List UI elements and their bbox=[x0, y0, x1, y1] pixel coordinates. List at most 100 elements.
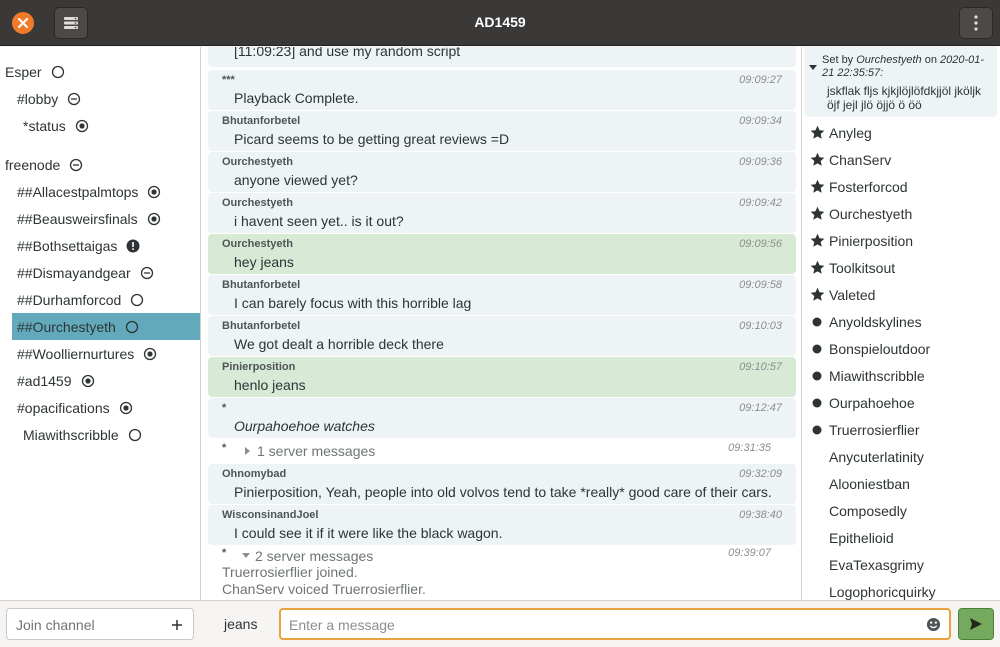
sidebar-item-freenode[interactable]: freenode bbox=[5, 151, 83, 178]
user-name: Anyoldskylines bbox=[829, 313, 922, 330]
user-name: Valeted bbox=[829, 286, 876, 303]
message-nick[interactable]: Ourchestyeth bbox=[222, 238, 293, 250]
user-name: Toolkitsout bbox=[829, 259, 896, 276]
close-button[interactable] bbox=[12, 12, 34, 34]
title-bar: AD1459 bbox=[0, 0, 1000, 46]
message-list[interactable]: [11:09:23] and use my random script *** … bbox=[201, 47, 801, 600]
server-messages-group[interactable]: * 1 server messages 09:31:35 bbox=[208, 442, 796, 462]
message-text: We got dealt a horrible deck there bbox=[234, 336, 444, 352]
channel-topic: Set by Ourchestyeth on 2020-01-21 22:35:… bbox=[804, 47, 997, 117]
sidebar-item-label: #lobby bbox=[17, 90, 59, 107]
message-item: Ourchestyeth 09:09:36 anyone viewed yet? bbox=[208, 152, 796, 192]
message-item: Bhutanforbetel 09:09:34 Picard seems to … bbox=[208, 111, 796, 151]
message-text: Ourpahoehoe watches bbox=[234, 418, 375, 434]
server-messages-group[interactable]: * 2 server messages 09:39:07 Truerrosier… bbox=[208, 547, 796, 600]
server-messages-toggle[interactable]: 2 server messages bbox=[241, 548, 373, 564]
message-item: Bhutanforbetel 09:09:58 I can barely foc… bbox=[208, 275, 796, 315]
message-item: *** 09:09:27 Playback Complete. bbox=[208, 70, 796, 110]
sidebar-item-opacifications[interactable]: #opacifications bbox=[17, 394, 133, 421]
message-item-highlighted: Ourchestyeth 09:09:56 hey jeans bbox=[208, 234, 796, 274]
sidebar-item-label: Esper bbox=[5, 63, 42, 80]
message-nick[interactable]: Ourchestyeth bbox=[222, 156, 293, 168]
message-nick: * bbox=[222, 547, 227, 559]
sidebar-item-beausweirsfinals[interactable]: ##Beausweirsfinals bbox=[17, 205, 161, 232]
sidebar-item-esper[interactable]: Esper bbox=[5, 58, 65, 85]
sidebar-item-dismayandgear[interactable]: ##Dismayandgear bbox=[17, 259, 154, 286]
message-item-action: * 09:12:47 Ourpahoehoe watches bbox=[208, 398, 796, 438]
sidebar-item-label: freenode bbox=[5, 156, 61, 173]
message-input[interactable]: Enter a message bbox=[279, 608, 951, 640]
status-circle-icon bbox=[130, 293, 144, 307]
sidebar-item-allacestpalmtops[interactable]: ##Allacestpalmtops bbox=[17, 178, 161, 205]
sidebar-item-label: ##Dismayandgear bbox=[17, 264, 131, 281]
message-text: hey jeans bbox=[234, 254, 294, 270]
send-icon bbox=[970, 618, 982, 630]
sidebar-item-status[interactable]: *status bbox=[23, 112, 89, 139]
message-nick: * bbox=[222, 442, 227, 454]
message-text: I could see it if it were like the black… bbox=[234, 525, 503, 541]
message-text: henlo jeans bbox=[234, 377, 306, 393]
emoji-icon[interactable] bbox=[926, 617, 941, 632]
chevron-right-icon bbox=[245, 447, 250, 455]
plus-icon[interactable] bbox=[171, 619, 183, 631]
sidebar-item-label: ##Ourchestyeth bbox=[17, 318, 116, 335]
message-nick[interactable]: Bhutanforbetel bbox=[222, 115, 300, 127]
star-icon bbox=[809, 125, 825, 141]
status-dot-icon bbox=[75, 119, 89, 133]
message-nick[interactable]: Bhutanforbetel bbox=[222, 279, 300, 291]
message-nick: * bbox=[222, 402, 227, 414]
sidebar-item-bothsettaigas[interactable]: ##Bothsettaigas bbox=[17, 232, 140, 259]
user-name: Bonspieloutdoor bbox=[829, 340, 931, 357]
message-time: 09:10:57 bbox=[739, 361, 782, 373]
star-icon bbox=[809, 233, 825, 249]
user-name: Truerrosierflier bbox=[829, 421, 920, 438]
sidebar-item-label: Miawithscribble bbox=[23, 426, 119, 443]
sidebar-item-lobby[interactable]: #lobby bbox=[17, 85, 81, 112]
send-button[interactable] bbox=[958, 608, 994, 640]
message-nick[interactable]: WisconsinandJoel bbox=[222, 509, 318, 521]
message-time: 09:09:34 bbox=[739, 115, 782, 127]
message-nick[interactable]: Pinierposition bbox=[222, 361, 295, 373]
join-channel-field[interactable]: Join channel bbox=[6, 608, 194, 640]
sidebar-item-ad1459[interactable]: #ad1459 bbox=[17, 367, 95, 394]
server-menu-button[interactable] bbox=[54, 7, 88, 39]
user-name: Alooniestban bbox=[829, 475, 910, 492]
message-text: i havent seen yet.. is it out? bbox=[234, 213, 404, 229]
user-name: Anyleg bbox=[829, 124, 872, 141]
status-circle-icon bbox=[125, 320, 139, 334]
message-nick[interactable]: Bhutanforbetel bbox=[222, 320, 300, 332]
star-icon bbox=[809, 287, 825, 303]
topic-set-by-label: Set by bbox=[822, 54, 854, 66]
message-nick[interactable]: Ohnomybad bbox=[222, 468, 286, 480]
dot-icon bbox=[809, 314, 825, 330]
server-messages-toggle[interactable]: 1 server messages bbox=[244, 443, 375, 459]
topic-text: jskflak fljs kjkjlöjlöfdkjjöl jköljk öjf… bbox=[827, 84, 982, 112]
star-icon bbox=[809, 206, 825, 222]
message-text: I can barely focus with this horrible la… bbox=[234, 295, 472, 311]
main-menu-button[interactable] bbox=[959, 7, 993, 39]
sidebar-item-label: #opacifications bbox=[17, 399, 110, 416]
message-nick[interactable]: Ourchestyeth bbox=[222, 197, 293, 209]
message-nick[interactable]: *** bbox=[222, 74, 235, 86]
chevron-down-icon[interactable] bbox=[808, 64, 818, 72]
message-time: 09:38:40 bbox=[739, 509, 782, 521]
sidebar-item-woolliernurtures[interactable]: ##Woolliernurtures bbox=[17, 340, 157, 367]
user-name: Fosterforcod bbox=[829, 178, 908, 195]
sidebar-item-durhamforcod[interactable]: ##Durhamforcod bbox=[17, 286, 144, 313]
message-time: 09:12:47 bbox=[739, 402, 782, 414]
window-title: AD1459 bbox=[474, 14, 526, 30]
message-time: 09:09:27 bbox=[739, 74, 782, 86]
kebab-menu-icon bbox=[974, 15, 978, 31]
sidebar-item-miawithscribble[interactable]: Miawithscribble bbox=[23, 421, 142, 448]
user-name: Ourchestyeth bbox=[829, 205, 913, 222]
chevron-down-icon bbox=[242, 553, 250, 558]
message-item: Ohnomybad 09:32:09 Pinierposition, Yeah,… bbox=[208, 464, 796, 504]
current-nick[interactable]: jeans bbox=[224, 616, 257, 632]
message-time: 09:09:36 bbox=[739, 156, 782, 168]
message-time: 09:09:58 bbox=[739, 279, 782, 291]
status-circle-icon bbox=[51, 65, 65, 79]
sidebar-item-ourchestyeth[interactable]: ##Ourchestyeth bbox=[12, 313, 200, 340]
status-minus-icon bbox=[69, 158, 83, 172]
user-list[interactable]: Set by Ourchestyeth on 2020-01-21 22:35:… bbox=[801, 47, 1000, 600]
status-minus-icon bbox=[67, 92, 81, 106]
